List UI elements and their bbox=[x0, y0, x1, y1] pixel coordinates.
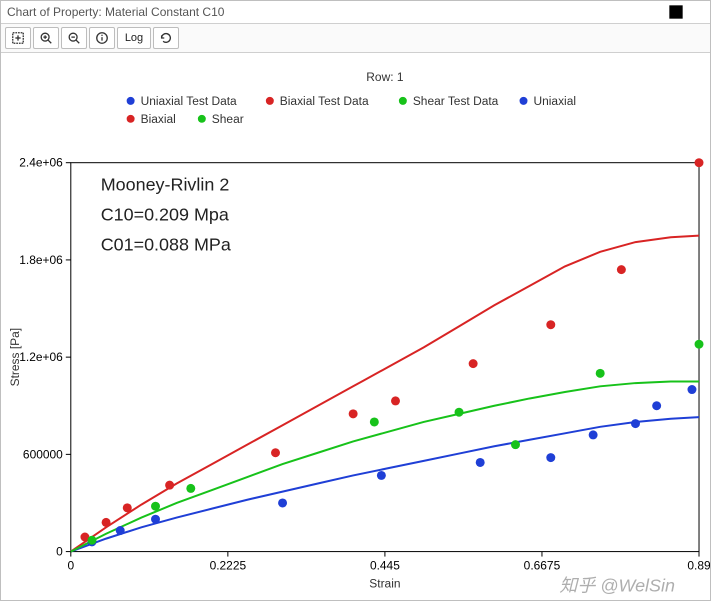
refresh-button[interactable] bbox=[153, 27, 179, 49]
dock-icon[interactable] bbox=[668, 4, 684, 20]
svg-text:Stress [Pa]: Stress [Pa] bbox=[8, 328, 22, 386]
log-scale-button[interactable]: Log bbox=[117, 27, 151, 49]
zoom-out-button[interactable] bbox=[61, 27, 87, 49]
zoom-in-button[interactable] bbox=[33, 27, 59, 49]
svg-text:Uniaxial Test Data: Uniaxial Test Data bbox=[141, 94, 237, 108]
svg-text:0.6675: 0.6675 bbox=[524, 559, 561, 573]
svg-text:Row: 1: Row: 1 bbox=[366, 70, 404, 84]
svg-text:Uniaxial: Uniaxial bbox=[533, 94, 576, 108]
svg-text:0.445: 0.445 bbox=[370, 559, 400, 573]
fit-button[interactable] bbox=[5, 27, 31, 49]
chart-toolbar: Log bbox=[1, 23, 710, 53]
chart-panel: Chart of Property: Material Constant C10… bbox=[0, 0, 711, 601]
svg-text:Shear Test Data: Shear Test Data bbox=[413, 94, 499, 108]
svg-text:2.4e+06: 2.4e+06 bbox=[19, 156, 63, 170]
svg-text:0: 0 bbox=[56, 545, 63, 559]
svg-text:0.2225: 0.2225 bbox=[210, 559, 247, 573]
info-button[interactable] bbox=[89, 27, 115, 49]
svg-text:知乎 @WelSin: 知乎 @WelSin bbox=[559, 575, 675, 595]
svg-text:Mooney-Rivlin 2: Mooney-Rivlin 2 bbox=[101, 175, 230, 195]
svg-text:1.2e+06: 1.2e+06 bbox=[19, 350, 63, 364]
svg-text:1.8e+06: 1.8e+06 bbox=[19, 253, 63, 267]
svg-text:600000: 600000 bbox=[23, 447, 63, 461]
chart-area[interactable]: Row: 1 Uniaxial Test Data Biaxial Test Dat… bbox=[1, 53, 710, 600]
svg-text:Biaxial: Biaxial bbox=[141, 112, 176, 126]
titlebar: Chart of Property: Material Constant C10 bbox=[1, 1, 710, 23]
chart-svg: Row: 1 Uniaxial Test Data Biaxial Test Dat… bbox=[1, 53, 710, 600]
svg-text:C01=0.088 MPa: C01=0.088 MPa bbox=[101, 234, 231, 254]
close-icon[interactable] bbox=[688, 4, 704, 20]
svg-text:Shear: Shear bbox=[212, 112, 244, 126]
svg-text:0: 0 bbox=[67, 559, 74, 573]
svg-text:Strain: Strain bbox=[369, 576, 400, 590]
svg-text:C10=0.209 Mpa: C10=0.209 Mpa bbox=[101, 205, 229, 225]
window-title: Chart of Property: Material Constant C10 bbox=[7, 5, 664, 19]
svg-text:Biaxial Test Data: Biaxial Test Data bbox=[280, 94, 369, 108]
svg-text:0.89: 0.89 bbox=[687, 559, 710, 573]
